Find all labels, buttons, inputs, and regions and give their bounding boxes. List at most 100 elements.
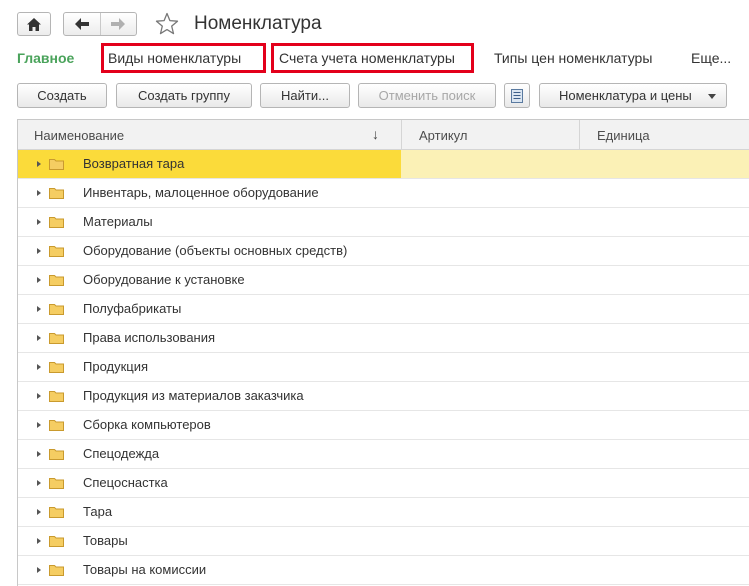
name-cell: Возвратная тара bbox=[18, 150, 401, 178]
table-row[interactable]: Оборудование к установке bbox=[18, 266, 749, 295]
column-article-label: Артикул bbox=[419, 127, 468, 143]
highlight-frame-accounts bbox=[271, 43, 474, 73]
row-label: Товары bbox=[83, 533, 128, 548]
expand-arrow-icon[interactable] bbox=[37, 393, 41, 399]
expand-arrow-icon[interactable] bbox=[37, 422, 41, 428]
name-cell: Сборка компьютеров bbox=[18, 411, 401, 439]
table-row[interactable]: Тара bbox=[18, 498, 749, 527]
table-row[interactable]: Оборудование (объекты основных средств) bbox=[18, 237, 749, 266]
table-body: Возвратная тара Инвентарь, малоценное обо… bbox=[18, 150, 749, 585]
nav-price-types[interactable]: Типы цен номенклатуры bbox=[494, 50, 652, 66]
row-label: Продукция из материалов заказчика bbox=[83, 388, 304, 403]
expand-arrow-icon[interactable] bbox=[37, 306, 41, 312]
table-row[interactable]: Сборка компьютеров bbox=[18, 411, 749, 440]
row-label: Оборудование (объекты основных средств) bbox=[83, 243, 348, 258]
expand-arrow-icon[interactable] bbox=[37, 219, 41, 225]
table-row[interactable]: Инвентарь, малоценное оборудование bbox=[18, 179, 749, 208]
folder-icon bbox=[49, 391, 64, 402]
nomenclature-table[interactable]: Наименование ↓ Артикул Единица Возвратна… bbox=[17, 119, 749, 586]
table-row[interactable]: Спецоснастка bbox=[18, 469, 749, 498]
list-icon bbox=[511, 88, 523, 103]
expand-arrow-icon[interactable] bbox=[37, 538, 41, 544]
folder-icon bbox=[49, 188, 64, 199]
row-label: Тара bbox=[83, 504, 113, 519]
home-button[interactable] bbox=[17, 12, 51, 36]
name-cell: Товары bbox=[18, 527, 401, 555]
folder-icon bbox=[49, 217, 64, 228]
home-icon bbox=[27, 17, 41, 31]
back-button[interactable] bbox=[64, 13, 100, 35]
folder-icon bbox=[49, 362, 64, 373]
table-row[interactable]: Продукция из материалов заказчика bbox=[18, 382, 749, 411]
folder-icon bbox=[49, 449, 64, 460]
nav-main[interactable]: Главное bbox=[17, 50, 74, 66]
expand-arrow-icon[interactable] bbox=[37, 567, 41, 573]
list-settings-button[interactable] bbox=[504, 83, 530, 108]
column-unit-label: Единица bbox=[597, 127, 650, 143]
create-group-button[interactable]: Создать группу bbox=[116, 83, 252, 108]
find-button[interactable]: Найти... bbox=[260, 83, 350, 108]
column-header-article[interactable]: Артикул bbox=[402, 120, 580, 150]
navigation-buttons bbox=[63, 12, 137, 36]
row-label: Оборудование к установке bbox=[83, 272, 245, 287]
column-header-unit[interactable]: Единица bbox=[580, 120, 749, 150]
table-row[interactable]: Полуфабрикаты bbox=[18, 295, 749, 324]
row-label: Возвратная тара bbox=[83, 156, 185, 171]
table-row[interactable]: Материалы bbox=[18, 208, 749, 237]
expand-arrow-icon[interactable] bbox=[37, 480, 41, 486]
expand-arrow-icon[interactable] bbox=[37, 190, 41, 196]
title-bar: Номенклатура bbox=[0, 0, 749, 46]
name-cell: Спецодежда bbox=[18, 440, 401, 468]
column-header-name[interactable]: Наименование bbox=[18, 120, 402, 150]
folder-icon bbox=[49, 507, 64, 518]
row-label: Спецоснастка bbox=[83, 475, 168, 490]
table-row[interactable]: Товары на комиссии bbox=[18, 556, 749, 585]
toolbar: Создать Создать группу Найти... Отменить… bbox=[0, 81, 749, 109]
row-label: Полуфабрикаты bbox=[83, 301, 182, 316]
expand-arrow-icon[interactable] bbox=[37, 161, 41, 167]
name-cell: Полуфабрикаты bbox=[18, 295, 401, 323]
name-cell: Тара bbox=[18, 498, 401, 526]
expand-arrow-icon[interactable] bbox=[37, 277, 41, 283]
name-cell: Товары на комиссии bbox=[18, 556, 401, 584]
name-cell: Оборудование (объекты основных средств) bbox=[18, 237, 401, 265]
row-label: Спецодежда bbox=[83, 446, 160, 461]
table-row[interactable]: Права использования bbox=[18, 324, 749, 353]
name-cell: Материалы bbox=[18, 208, 401, 236]
arrow-right-icon bbox=[111, 18, 126, 30]
row-label: Сборка компьютеров bbox=[83, 417, 211, 432]
table-row[interactable]: Товары bbox=[18, 527, 749, 556]
row-label: Права использования bbox=[83, 330, 216, 345]
expand-arrow-icon[interactable] bbox=[37, 335, 41, 341]
expand-arrow-icon[interactable] bbox=[37, 509, 41, 515]
row-label: Продукция bbox=[83, 359, 149, 374]
folder-icon bbox=[49, 304, 64, 315]
name-cell: Продукция bbox=[18, 353, 401, 381]
folder-icon bbox=[49, 565, 64, 576]
table-row[interactable]: Спецодежда bbox=[18, 440, 749, 469]
table-row[interactable]: Возвратная тара bbox=[18, 150, 749, 179]
view-mode-dropdown[interactable]: Номенклатура и цены bbox=[539, 83, 727, 108]
folder-icon bbox=[49, 275, 64, 286]
view-mode-label: Номенклатура и цены bbox=[559, 88, 692, 103]
favorite-button[interactable] bbox=[155, 12, 179, 36]
expand-arrow-icon[interactable] bbox=[37, 451, 41, 457]
name-cell: Продукция из материалов заказчика bbox=[18, 382, 401, 410]
name-cell: Спецоснастка bbox=[18, 469, 401, 497]
name-cell: Инвентарь, малоценное оборудование bbox=[18, 179, 401, 207]
sort-arrow-icon: ↓ bbox=[372, 126, 379, 142]
expand-arrow-icon[interactable] bbox=[37, 248, 41, 254]
chevron-down-icon bbox=[708, 94, 716, 99]
forward-button[interactable] bbox=[100, 13, 136, 35]
folder-icon bbox=[49, 159, 64, 170]
folder-icon bbox=[49, 478, 64, 489]
create-button[interactable]: Создать bbox=[17, 83, 107, 108]
expand-arrow-icon[interactable] bbox=[37, 364, 41, 370]
name-cell: Оборудование к установке bbox=[18, 266, 401, 294]
table-row[interactable]: Продукция bbox=[18, 353, 749, 382]
nav-more[interactable]: Еще... bbox=[691, 50, 731, 66]
column-name-label: Наименование bbox=[34, 127, 125, 143]
row-label: Инвентарь, малоценное оборудование bbox=[83, 185, 319, 200]
star-outline-icon bbox=[155, 12, 179, 35]
cancel-search-button[interactable]: Отменить поиск bbox=[358, 83, 496, 108]
